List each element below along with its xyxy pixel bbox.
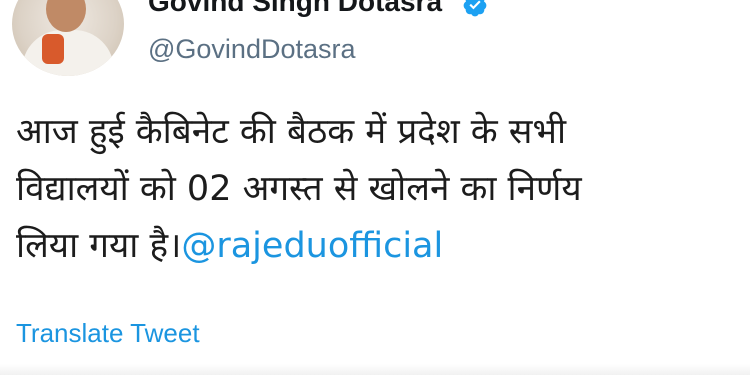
tweet-text-line: लिया गया है।@rajeduofficial (16, 218, 738, 275)
tweet-card: Govind Singh Dotasra @GovindDotasra आज ह… (0, 0, 750, 375)
tweet-text-line: आज हुई कैबिनेट की बैठक में प्रदेश के सभी (16, 112, 567, 152)
translate-tweet-link[interactable]: Translate Tweet (16, 318, 200, 349)
mention-link[interactable]: @rajeduofficial (181, 226, 443, 266)
tweet-text: आज हुई कैबिनेट की बैठक में प्रदेश के सभी… (16, 104, 738, 275)
verified-badge-icon (462, 0, 488, 18)
divider (0, 364, 750, 375)
avatar-shirt (22, 30, 114, 76)
avatar-scarf (42, 34, 64, 64)
user-display-name[interactable]: Govind Singh Dotasra (148, 0, 442, 18)
user-avatar[interactable] (12, 0, 124, 76)
tweet-text-segment: लिया गया है। (16, 226, 182, 266)
user-handle[interactable]: @GovindDotasra (148, 34, 356, 65)
tweet-text-line: विद्यालयों को 02 अगस्त से खोलने का निर्ण… (16, 169, 582, 209)
avatar-face (46, 0, 86, 32)
